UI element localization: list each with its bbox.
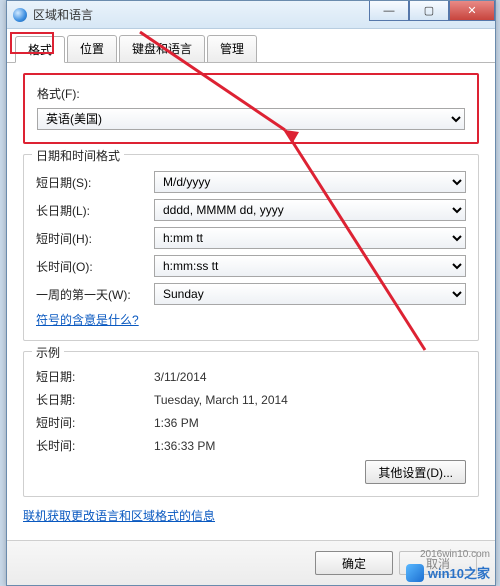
additional-settings-button[interactable]: 其他设置(D)... <box>365 460 466 484</box>
sample-short-time: 短时间: 1:36 PM <box>36 414 466 431</box>
long-date-label: 长日期(L): <box>36 202 154 219</box>
short-time-label: 短时间(H): <box>36 230 154 247</box>
symbol-meaning-link[interactable]: 符号的含意是什么? <box>36 313 139 327</box>
samples-group: 示例 短日期: 3/11/2014 长日期: Tuesday, March 11… <box>23 351 479 497</box>
sample-long-date: 长日期: Tuesday, March 11, 2014 <box>36 391 466 408</box>
ok-button[interactable]: 确定 <box>315 551 393 575</box>
tabstrip: 格式 位置 键盘和语言 管理 <box>7 29 495 63</box>
first-day-select[interactable]: Sunday <box>154 283 466 305</box>
long-time-label: 长时间(O): <box>36 258 154 275</box>
short-time-select[interactable]: h:mm tt <box>154 227 466 249</box>
region-language-dialog: 区域和语言 — ▢ ✕ 格式 位置 键盘和语言 管理 格式(F): 英语(美国)… <box>6 0 496 586</box>
short-time-row: 短时间(H): h:mm tt <box>36 227 466 249</box>
sample-short-date-value: 3/11/2014 <box>154 370 466 384</box>
short-date-row: 短日期(S): M/d/yyyy <box>36 171 466 193</box>
short-date-select[interactable]: M/d/yyyy <box>154 171 466 193</box>
format-select[interactable]: 英语(美国) <box>37 108 465 130</box>
dialog-footer: 确定 取消 <box>7 540 495 585</box>
format-label: 格式(F): <box>37 85 465 102</box>
sample-long-date-value: Tuesday, March 11, 2014 <box>154 393 466 407</box>
sample-long-time-label: 长时间: <box>36 437 154 454</box>
tab-location[interactable]: 位置 <box>67 35 117 62</box>
window-title: 区域和语言 <box>33 6 93 23</box>
window-controls: — ▢ ✕ <box>369 1 495 21</box>
sample-short-time-label: 短时间: <box>36 414 154 431</box>
sample-short-time-value: 1:36 PM <box>154 416 466 430</box>
long-date-select[interactable]: dddd, MMMM dd, yyyy <box>154 199 466 221</box>
tab-format[interactable]: 格式 <box>15 36 65 63</box>
samples-title: 示例 <box>32 344 64 361</box>
additional-settings-row: 其他设置(D)... <box>36 460 466 484</box>
globe-icon <box>13 8 27 22</box>
datetime-group-title: 日期和时间格式 <box>32 147 124 164</box>
datetime-format-group: 日期和时间格式 短日期(S): M/d/yyyy 长日期(L): dddd, M… <box>23 154 479 341</box>
short-date-label: 短日期(S): <box>36 174 154 191</box>
minimize-button[interactable]: — <box>369 1 409 21</box>
long-time-row: 长时间(O): h:mm:ss tt <box>36 255 466 277</box>
sample-long-time-value: 1:36:33 PM <box>154 439 466 453</box>
long-date-row: 长日期(L): dddd, MMMM dd, yyyy <box>36 199 466 221</box>
sample-long-date-label: 长日期: <box>36 391 154 408</box>
online-info-link[interactable]: 联机获取更改语言和区域格式的信息 <box>23 509 215 523</box>
sample-long-time: 长时间: 1:36:33 PM <box>36 437 466 454</box>
dialog-body: 格式(F): 英语(美国) 日期和时间格式 短日期(S): M/d/yyyy 长… <box>7 63 495 534</box>
first-day-label: 一周的第一天(W): <box>36 286 154 303</box>
format-group: 格式(F): 英语(美国) <box>23 73 479 144</box>
maximize-button[interactable]: ▢ <box>409 1 449 21</box>
sample-short-date: 短日期: 3/11/2014 <box>36 368 466 385</box>
cancel-button[interactable]: 取消 <box>399 551 477 575</box>
tab-admin[interactable]: 管理 <box>207 35 257 62</box>
first-day-row: 一周的第一天(W): Sunday <box>36 283 466 305</box>
sample-short-date-label: 短日期: <box>36 368 154 385</box>
titlebar[interactable]: 区域和语言 — ▢ ✕ <box>7 1 495 29</box>
close-button[interactable]: ✕ <box>449 1 495 21</box>
tab-keyboard-language[interactable]: 键盘和语言 <box>119 35 205 62</box>
long-time-select[interactable]: h:mm:ss tt <box>154 255 466 277</box>
